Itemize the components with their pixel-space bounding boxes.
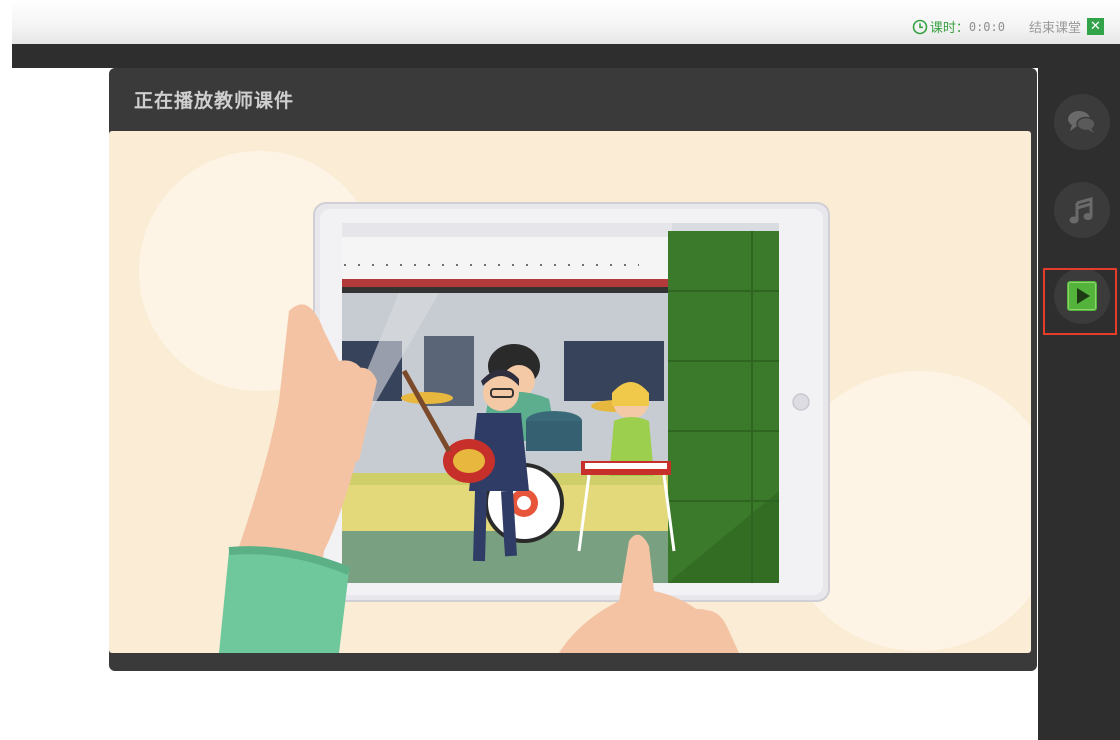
courseware-panel: 正在播放教师课件 — [109, 68, 1037, 671]
courseware-stage[interactable] — [109, 131, 1031, 653]
panel-title: 正在播放教师课件 — [134, 90, 295, 112]
end-class-close-button[interactable]: ✕ — [1087, 18, 1104, 35]
chat-bubbles-icon — [1068, 111, 1096, 133]
header-dark-band — [12, 44, 1120, 68]
lesson-time-label: 课时： — [929, 21, 969, 36]
chat-button[interactable] — [1054, 94, 1110, 150]
play-courseware-button[interactable] — [1054, 268, 1110, 324]
end-class-label[interactable]: 结束课堂 — [1029, 17, 1081, 36]
clock-icon — [912, 19, 928, 34]
class-controls: 课时： 0:0:0 结束课堂 ✕ — [912, 17, 1104, 36]
lesson-time-value: 0:0:0 — [968, 19, 1005, 34]
music-button[interactable] — [1054, 182, 1110, 238]
courseware-illustration — [139, 151, 1031, 653]
music-note-icon — [1069, 197, 1093, 224]
play-icon — [1067, 281, 1097, 311]
right-toolbar — [1038, 44, 1120, 740]
top-status-bar: 课时： 0:0:0 结束课堂 ✕ — [12, 0, 1120, 44]
